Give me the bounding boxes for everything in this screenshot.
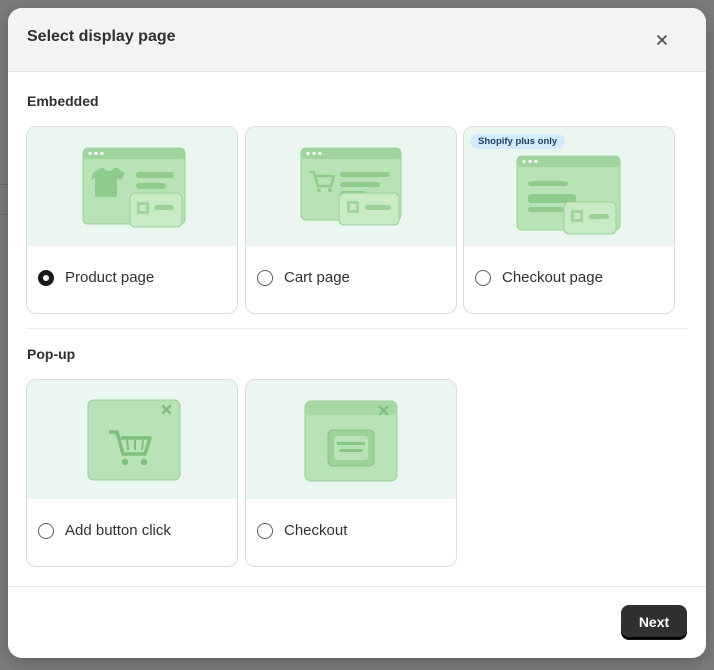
option-label: Checkout page (502, 269, 603, 286)
radio-button[interactable] (257, 269, 273, 286)
dialog-title: Select display page (27, 28, 176, 45)
option-card-checkout-page[interactable]: Shopify plus only Checkout page (463, 126, 675, 314)
section-divider (26, 328, 688, 329)
option-label: Cart page (284, 269, 350, 286)
radio-checkout-popup[interactable]: Checkout (257, 522, 347, 539)
option-card-cart-page[interactable]: Cart page (245, 126, 457, 314)
radio-checkout-page[interactable]: Checkout page (475, 269, 603, 286)
radio-button-selected[interactable] (38, 269, 54, 286)
option-label: Product page (65, 269, 155, 286)
dialog-header: Select display page (8, 8, 706, 72)
radio-button[interactable] (38, 522, 54, 539)
add-button-click-illustration (27, 380, 237, 499)
radio-add-button-click[interactable]: Add button click (38, 522, 171, 539)
cart-page-illustration (246, 127, 456, 246)
section-heading-embedded: Embedded (27, 93, 99, 109)
cart-popup-icon (87, 399, 181, 481)
next-button[interactable]: Next (621, 605, 687, 639)
close-button[interactable] (650, 28, 674, 52)
product-page-illustration (27, 127, 237, 246)
option-card-add-button-click[interactable]: Add button click (26, 379, 238, 567)
radio-button[interactable] (475, 269, 491, 286)
option-label: Add button click (65, 522, 171, 539)
checkout-popup-illustration (246, 380, 456, 499)
cart-icon (300, 147, 402, 226)
option-label: Checkout (284, 522, 348, 539)
background-divider (0, 184, 8, 185)
close-icon (657, 35, 667, 45)
section-heading-popup: Pop-up (27, 346, 76, 362)
radio-button[interactable] (257, 522, 273, 539)
select-display-page-dialog: Select display page Embedded Product pag… (8, 8, 706, 658)
radio-product-page[interactable]: Product page (38, 269, 154, 286)
radio-cart-page[interactable]: Cart page (257, 269, 350, 286)
option-card-product-page[interactable]: Product page (26, 126, 238, 314)
dialog-footer: Next (8, 586, 706, 658)
shopify-plus-badge: Shopify plus only (470, 134, 566, 149)
checkout-page-illustration: Shopify plus only (464, 127, 674, 246)
background-divider (0, 214, 8, 215)
card-popup-icon (304, 400, 398, 482)
tshirt-icon (82, 147, 186, 228)
option-card-checkout-popup[interactable]: Checkout (245, 379, 457, 567)
